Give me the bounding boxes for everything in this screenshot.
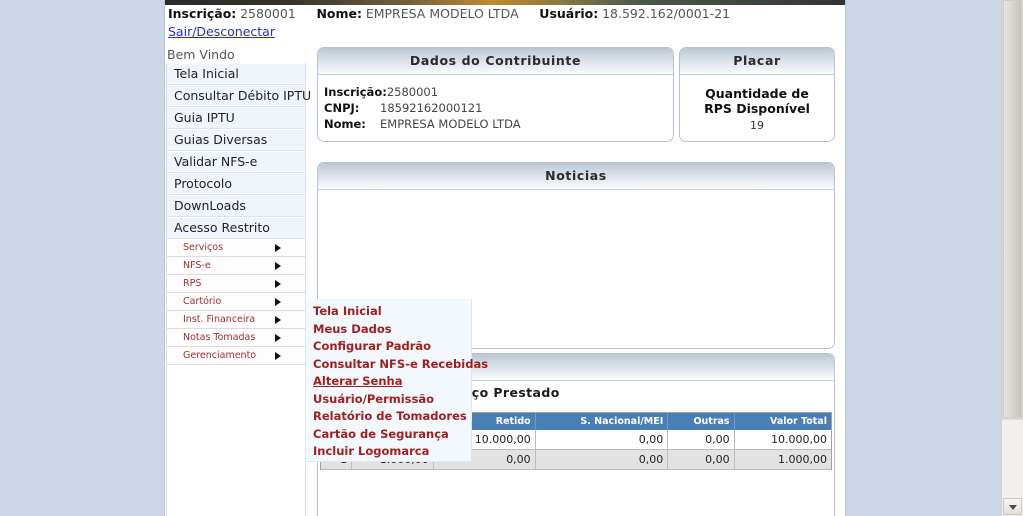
menu-item-relatorio-de-tomadores[interactable]: Relatório de Tomadores bbox=[313, 408, 471, 426]
col-header-simples-nacional-mei[interactable]: S. Nacional/MEI bbox=[535, 413, 669, 430]
panel-placar: Placar Quantidade de RPS Disponível 19 bbox=[679, 47, 835, 142]
chevron-right-icon bbox=[275, 333, 281, 342]
panel-title-placar: Placar bbox=[680, 48, 834, 75]
sidebar-filler bbox=[167, 365, 305, 516]
sidebar-item-guia-iptu[interactable]: Guia IPTU bbox=[167, 107, 305, 129]
gerenciamento-dropdown-menu: Tela Inicial Meus Dados Configurar Padrã… bbox=[305, 299, 488, 462]
placar-count-value: 19 bbox=[750, 119, 764, 132]
vertical-scrollbar[interactable] bbox=[1001, 0, 1023, 516]
sidebar-subitem-gerenciamento[interactable]: Gerenciamento bbox=[167, 347, 305, 365]
cell-valor-total: 10.000,00 bbox=[734, 430, 831, 450]
nome-label: Nome: bbox=[316, 6, 362, 21]
menu-item-meus-dados[interactable]: Meus Dados bbox=[313, 321, 471, 339]
placar-label-line2: RPS Disponível bbox=[704, 101, 810, 116]
scrollbar-down-button[interactable] bbox=[1003, 498, 1022, 515]
menu-item-configurar-padrao[interactable]: Configurar Padrão bbox=[313, 338, 471, 356]
contrib-inscricao-value: 2580001 bbox=[386, 85, 439, 99]
cell-outras: 0,00 bbox=[667, 449, 735, 470]
chevron-down-icon bbox=[1009, 505, 1017, 510]
inscricao-value: 2580001 bbox=[240, 6, 296, 21]
col-header-valor-total[interactable]: Valor Total bbox=[734, 413, 831, 430]
chevron-right-icon bbox=[275, 297, 281, 306]
sidebar-item-validar-nfse[interactable]: Validar NFS-e bbox=[167, 151, 305, 173]
sidebar-subitem-servicos[interactable]: Serviços bbox=[167, 239, 305, 257]
user-info-bar: Inscrição: 2580001 Nome: EMPRESA MODELO … bbox=[166, 5, 844, 39]
sidebar-item-acesso-restrito[interactable]: Acesso Restrito bbox=[167, 217, 305, 239]
cell-simples-nacional-mei: 0,00 bbox=[535, 430, 669, 450]
welcome-text: Bem Vindo bbox=[167, 47, 235, 62]
scrollbar-track[interactable] bbox=[1002, 0, 1023, 420]
contrib-cnpj-value: 18592162000121 bbox=[380, 101, 483, 115]
sidebar-item-tela-inicial[interactable]: Tela Inicial bbox=[167, 63, 305, 85]
sidebar-subitem-rps[interactable]: RPS bbox=[167, 275, 305, 293]
cell-outras: 0,00 bbox=[667, 430, 735, 450]
contrib-nome-label: Nome: bbox=[324, 117, 366, 131]
chevron-right-icon bbox=[275, 243, 281, 252]
sidebar-nav: Tela Inicial Consultar Débito IPTU Guia … bbox=[166, 63, 311, 516]
contrib-nome-value: EMPRESA MODELO LTDA bbox=[380, 117, 521, 131]
menu-item-incluir-logomarca[interactable]: Incluir Logomarca bbox=[313, 443, 471, 461]
scrollbar-thumb[interactable] bbox=[1003, 0, 1022, 418]
chevron-right-icon bbox=[275, 261, 281, 270]
panel-title-noticias: Noticias bbox=[318, 163, 834, 190]
cell-valor-total: 1.000,00 bbox=[734, 449, 831, 470]
sidebar-subitem-label: NFS-e bbox=[183, 260, 211, 271]
sidebar-subitem-notas-tomadas[interactable]: Notas Tomadas bbox=[167, 329, 305, 347]
chevron-right-icon bbox=[275, 279, 281, 288]
sidebar-subitem-label: Notas Tomadas bbox=[183, 332, 256, 343]
contrib-row-nome: Nome: EMPRESA MODELO LTDA bbox=[324, 116, 673, 132]
menu-item-cartao-de-seguranca[interactable]: Cartão de Segurança bbox=[313, 426, 471, 444]
nome-value: EMPRESA MODELO LTDA bbox=[365, 6, 519, 21]
contrib-row-inscricao: Inscrição:2580001 bbox=[324, 84, 673, 100]
panel-dados-contribuinte: Dados do Contribuinte Inscrição:2580001 … bbox=[317, 47, 674, 142]
contrib-cnpj-label: CNPJ: bbox=[324, 101, 360, 115]
cell-simples-nacional-mei: 0,00 bbox=[535, 449, 669, 470]
sidebar-subitem-nfse[interactable]: NFS-e bbox=[167, 257, 305, 275]
menu-item-consultar-nfse-recebidas[interactable]: Consultar NFS-e Recebidas bbox=[313, 356, 488, 374]
sidebar-item-protocolo[interactable]: Protocolo bbox=[167, 173, 305, 195]
sidebar-subitem-label: Cartório bbox=[183, 296, 222, 307]
contrib-row-cnpj: CNPJ: 18592162000121 bbox=[324, 100, 673, 116]
panel-title-dados-contribuinte: Dados do Contribuinte bbox=[318, 48, 673, 75]
panel-body-dados-contribuinte: Inscrição:2580001 CNPJ: 18592162000121 No… bbox=[318, 75, 673, 132]
menu-item-alterar-senha[interactable]: Alterar Senha bbox=[313, 373, 471, 391]
inscricao-label: Inscrição: bbox=[168, 6, 237, 21]
contrib-inscricao-label: Inscrição: bbox=[324, 85, 387, 99]
panel-body-placar: Quantidade de RPS Disponível 19 bbox=[680, 75, 834, 132]
logout-link[interactable]: Sair/Desconectar bbox=[168, 24, 844, 39]
menu-item-usuario-permissao[interactable]: Usuário/Permissão bbox=[313, 391, 471, 409]
sidebar-subitem-label: RPS bbox=[183, 278, 202, 289]
sidebar-item-guias-diversas[interactable]: Guias Diversas bbox=[167, 129, 305, 151]
browser-viewport: Inscrição: 2580001 Nome: EMPRESA MODELO … bbox=[0, 0, 1023, 516]
sidebar-subitem-label: Gerenciamento bbox=[183, 350, 257, 361]
sidebar-item-consultar-debito-iptu[interactable]: Consultar Débito IPTU bbox=[167, 85, 311, 107]
chevron-right-icon bbox=[275, 315, 281, 324]
sidebar-subitem-label: Serviços bbox=[183, 242, 224, 253]
sidebar-subitem-cartorio[interactable]: Cartório bbox=[167, 293, 305, 311]
sidebar-item-downloads[interactable]: DownLoads bbox=[167, 195, 305, 217]
placar-label-line1: Quantidade de bbox=[705, 86, 809, 101]
usuario-label: Usuário: bbox=[539, 6, 599, 21]
menu-item-tela-inicial[interactable]: Tela Inicial bbox=[313, 303, 471, 321]
col-header-outras[interactable]: Outras bbox=[667, 413, 735, 430]
sidebar-subitem-inst-financeira[interactable]: Inst. Financeira bbox=[167, 311, 305, 329]
usuario-value: 18.592.162/0001-21 bbox=[602, 6, 731, 21]
page-gutter-left bbox=[0, 0, 164, 516]
sidebar-subitem-label: Inst. Financeira bbox=[183, 314, 256, 325]
chevron-right-icon bbox=[275, 351, 281, 360]
page-gutter-right bbox=[846, 0, 1001, 516]
